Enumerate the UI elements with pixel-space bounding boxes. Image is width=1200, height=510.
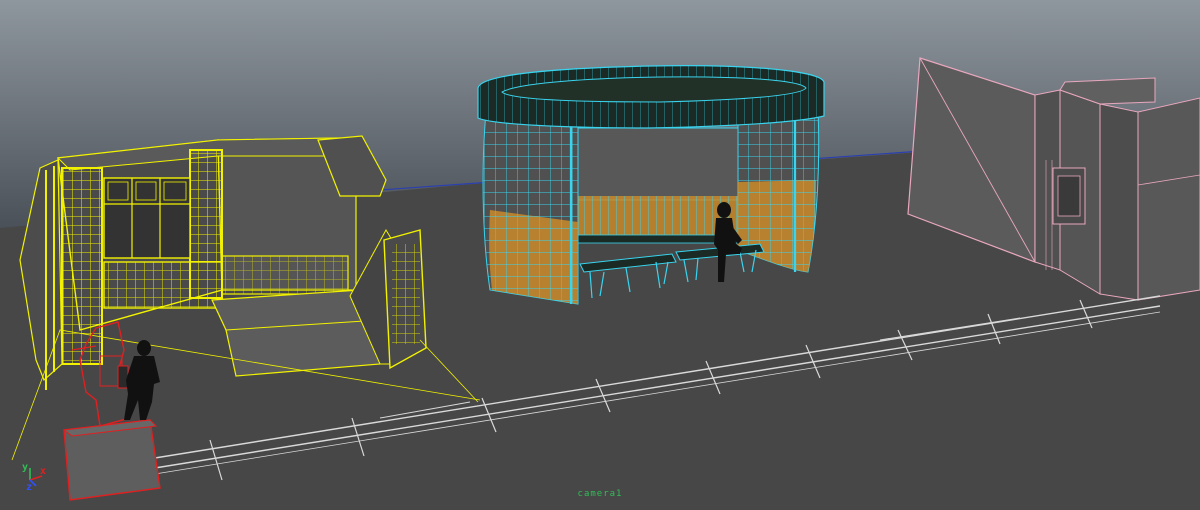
kiosk-window-top bbox=[103, 177, 191, 259]
axis-y-label: y bbox=[22, 462, 28, 473]
kiosk-door[interactable] bbox=[383, 229, 427, 370]
maya-perspective-viewport[interactable]: y x z camera1 bbox=[0, 0, 1200, 510]
axis-z-label: z bbox=[26, 482, 32, 493]
scene-canvas[interactable]: y x z bbox=[0, 0, 1200, 510]
axis-x-label: x bbox=[40, 466, 46, 477]
camera-name-label: camera1 bbox=[577, 489, 623, 499]
